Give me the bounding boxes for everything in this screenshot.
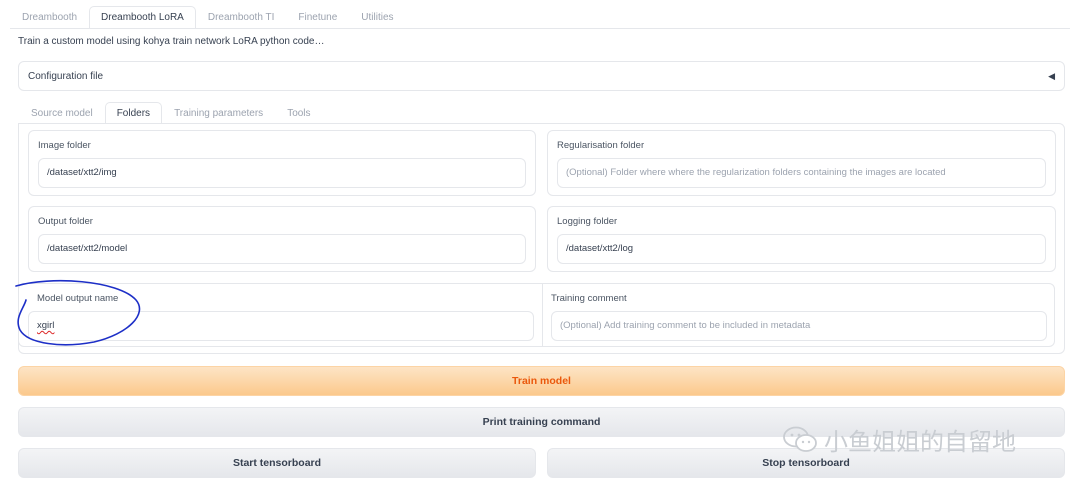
model-output-name-label: Model output name (37, 293, 119, 304)
tab-tools[interactable]: Tools (275, 102, 322, 124)
configuration-file-label: Configuration file (28, 70, 104, 82)
logging-folder-input[interactable]: /dataset/xtt2/log (557, 234, 1046, 264)
tab-finetune[interactable]: Finetune (286, 6, 349, 28)
logging-folder-group: Logging folder /dataset/xtt2/log (547, 206, 1056, 272)
output-folder-group: Output folder /dataset/xtt2/model (28, 206, 536, 272)
tab-dreambooth-ti[interactable]: Dreambooth TI (196, 6, 287, 28)
regularisation-folder-input[interactable]: (Optional) Folder where where the regula… (557, 158, 1046, 188)
training-comment-input[interactable]: (Optional) Add training comment to be in… (551, 311, 1047, 341)
sub-tab-bar: Source model Folders Training parameters… (19, 102, 323, 125)
wechat-icon (783, 426, 817, 452)
tab-source-model[interactable]: Source model (19, 102, 105, 124)
caret-left-icon[interactable]: ◀ (1048, 71, 1055, 82)
model-output-name-group: Model output name xgirl (19, 284, 542, 346)
image-folder-label: Image folder (38, 140, 91, 151)
page-description: Train a custom model using kohya train n… (18, 36, 325, 47)
regularisation-folder-group: Regularisation folder (Optional) Folder … (547, 130, 1056, 196)
watermark-text: 小鱼姐姐的自留地 (824, 429, 1016, 456)
watermark: 小鱼姐姐的自留地 (782, 422, 1016, 457)
tab-dreambooth-lora[interactable]: Dreambooth LoRA (89, 6, 196, 28)
tab-training-parameters[interactable]: Training parameters (162, 102, 275, 124)
tab-divider (10, 28, 1070, 29)
tab-folders[interactable]: Folders (104, 102, 163, 125)
train-model-button[interactable]: Train model (18, 366, 1065, 396)
logging-folder-label: Logging folder (557, 216, 618, 227)
training-comment-label: Training comment (551, 293, 627, 304)
tab-dreambooth[interactable]: Dreambooth (10, 6, 89, 28)
top-tab-bar: Dreambooth Dreambooth LoRA Dreambooth TI… (10, 6, 406, 28)
tab-utilities[interactable]: Utilities (349, 6, 405, 28)
model-output-name-input[interactable]: xgirl (28, 311, 534, 341)
training-comment-group: Training comment (Optional) Add training… (542, 284, 1056, 346)
start-tensorboard-button[interactable]: Start tensorboard (18, 448, 536, 478)
regularisation-folder-label: Regularisation folder (557, 140, 645, 151)
model-output-name-value: xgirl (37, 320, 55, 331)
configuration-file-accordion[interactable]: Configuration file ◀ (18, 61, 1065, 91)
image-folder-input[interactable]: /dataset/xtt2/img (38, 158, 526, 188)
output-folder-label: Output folder (38, 216, 93, 227)
image-folder-group: Image folder /dataset/xtt2/img (28, 130, 536, 196)
output-name-row: Model output name xgirl Training comment… (18, 283, 1055, 347)
output-folder-input[interactable]: /dataset/xtt2/model (38, 234, 526, 264)
